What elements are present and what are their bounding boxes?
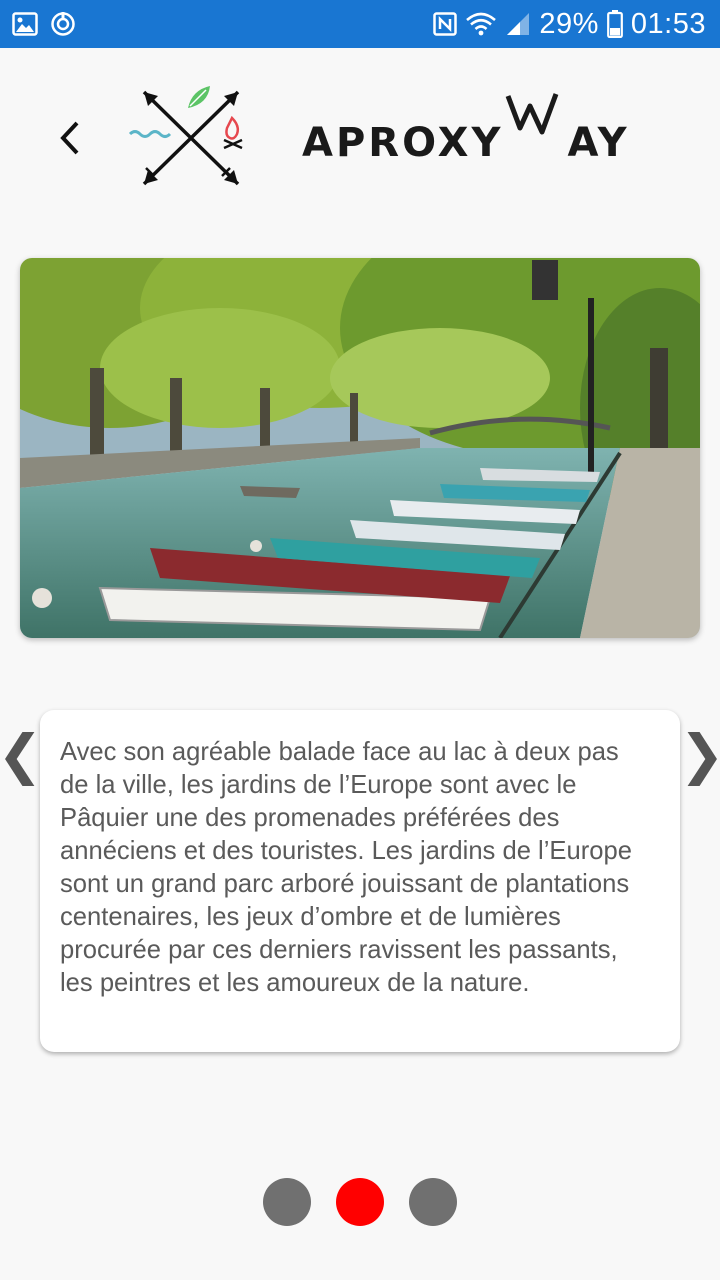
description-text: Avec son agréable balade face au lac à d… bbox=[60, 738, 632, 997]
wifi-icon bbox=[465, 11, 497, 37]
pagination-dot-2[interactable] bbox=[336, 1178, 384, 1226]
brand-wordmark-w bbox=[500, 88, 590, 148]
status-bar-right: 29% 01:53 bbox=[433, 8, 706, 41]
back-button[interactable] bbox=[50, 110, 90, 166]
clock: 01:53 bbox=[630, 7, 706, 40]
status-bar: 29% 01:53 bbox=[0, 0, 720, 48]
status-bar-left bbox=[12, 11, 76, 37]
next-slide-button[interactable]: ❯ bbox=[679, 722, 720, 786]
chevron-left-arrow-icon: ❮ bbox=[0, 722, 43, 786]
pagination-dot-1[interactable] bbox=[263, 1178, 311, 1226]
brand-wordmark-left: APROXY bbox=[302, 120, 504, 166]
battery-percentage: 29% bbox=[539, 7, 599, 40]
pagination-dot-3[interactable] bbox=[409, 1178, 457, 1226]
signal-icon bbox=[505, 11, 531, 37]
chevron-right-arrow-icon: ❯ bbox=[679, 723, 720, 786]
nfc-icon bbox=[433, 12, 458, 36]
description-card: Avec son agréable balade face au lac à d… bbox=[40, 710, 680, 1052]
battery-icon bbox=[607, 10, 623, 38]
previous-slide-button[interactable]: ❮ bbox=[0, 722, 43, 786]
chevron-left-icon bbox=[58, 120, 82, 156]
pagination-dots bbox=[0, 1178, 720, 1226]
sync-icon bbox=[50, 11, 76, 37]
app-header: APROXY AY bbox=[0, 48, 720, 228]
image-icon bbox=[12, 12, 38, 36]
slide-photo bbox=[20, 258, 700, 638]
brand-logo-mark bbox=[126, 84, 252, 190]
